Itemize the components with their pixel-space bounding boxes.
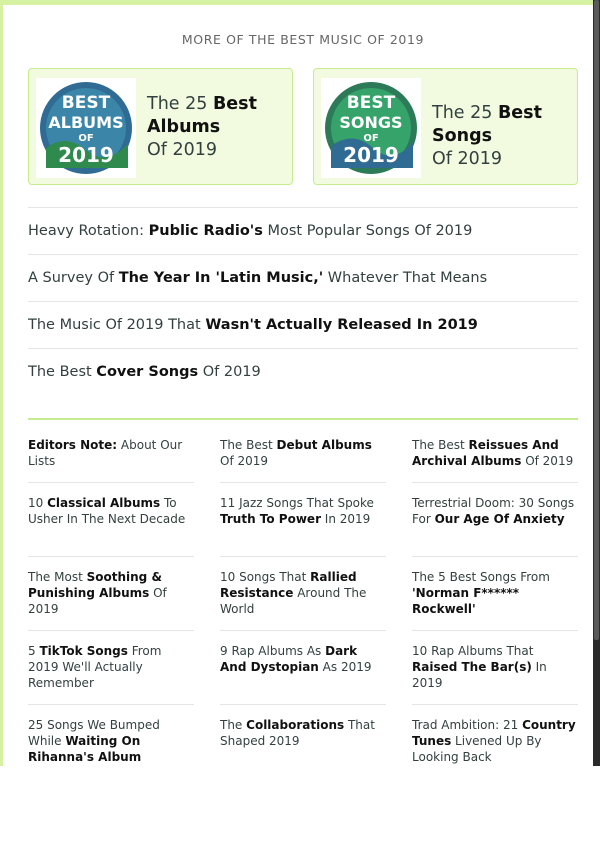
grid-link-pre: The Most — [28, 570, 87, 584]
link-grid-column-2: The Best Debut Albums Of 2019 11 Jazz Son… — [220, 437, 386, 778]
grid-link-bold: Truth To Power — [220, 512, 321, 526]
grid-link-bold: Classical Albums — [47, 496, 161, 510]
grid-link-pre: 5 — [28, 644, 40, 658]
grid-link-item[interactable]: 9 Rap Albums As Dark And Dystopian As 20… — [220, 631, 386, 704]
grid-link-item[interactable]: Trad Ambition: 21 Country Tunes Livened … — [412, 705, 578, 778]
grid-link-pre: 10 — [28, 496, 48, 510]
grid-link-item[interactable]: 10 Classical Albums To Usher In The Next… — [28, 483, 194, 556]
link-bold: The Year In 'Latin Music,' — [118, 270, 324, 286]
title-pre: The 25 — [147, 94, 213, 114]
grid-link-item[interactable]: 10 Rap Albums That Raised The Bar(s) In … — [412, 631, 578, 704]
grid-link-item[interactable]: Terrestrial Doom: 30 Songs For Our Age O… — [412, 483, 578, 556]
badge-line-1: BEST — [62, 93, 111, 113]
badge-line-2: ALBUMS — [48, 113, 123, 132]
grid-link-bold: 'Norman F****** Rockwell' — [412, 586, 520, 616]
grid-link-post: As 2019 — [318, 660, 372, 674]
link-cover-songs[interactable]: The Best Cover Songs Of 2019 — [28, 348, 578, 395]
badge-line-2: SONGS — [339, 113, 402, 132]
title-post: Of 2019 — [147, 140, 218, 160]
link-bold: Wasn't Actually Released In 2019 — [205, 317, 478, 333]
grid-link-post: In 2019 — [320, 512, 371, 526]
link-post: Most Popular Songs Of 2019 — [262, 223, 473, 239]
grid-link-pre: The Best — [412, 438, 469, 452]
grid-link-pre: 11 Jazz Songs That Spoke — [220, 496, 374, 510]
badge-line-4: 2019 — [343, 143, 399, 167]
card-title[interactable]: The 25 Best Songs Of 2019 — [432, 102, 577, 171]
grid-link-bold: TikTok Songs — [39, 644, 128, 658]
grid-link-pre: The — [220, 718, 247, 732]
link-heavy-rotation[interactable]: Heavy Rotation: Public Radio's Most Popu… — [28, 207, 578, 254]
link-grid-column-3: The Best Reissues And Archival Albums Of… — [412, 437, 578, 778]
grid-link-item[interactable]: 10 Songs That Rallied Resistance Around … — [220, 557, 386, 630]
link-grid-column-1: Editors Note: About Our Lists 10 Classica… — [28, 437, 194, 778]
badge-line-4: 2019 — [58, 143, 114, 167]
section-header: MORE OF THE BEST MUSIC OF 2019 — [181, 32, 425, 47]
scrollbar-thumb[interactable] — [594, 0, 599, 640]
grid-link-bold: Editors Note: — [28, 438, 118, 452]
grid-link-pre: 10 Rap Albums That — [412, 644, 534, 658]
badge-line-1: BEST — [347, 93, 396, 113]
title-pre: The 25 — [432, 103, 498, 123]
grid-link-bold: Our Age Of Anxiety — [434, 512, 565, 526]
grid-link-item[interactable]: The Collaborations That Shaped 2019 — [220, 705, 386, 778]
grid-link-pre: Trad Ambition: 21 — [412, 718, 523, 732]
link-pre: The Music Of 2019 That — [28, 317, 206, 333]
grid-link-pre: The Best — [220, 438, 277, 452]
link-not-released[interactable]: The Music Of 2019 That Wasn't Actually R… — [28, 301, 578, 348]
grid-link-item[interactable]: The 5 Best Songs From 'Norman F****** Ro… — [412, 557, 578, 630]
grid-link-post: Of 2019 — [220, 454, 269, 468]
grid-link-pre: The 5 Best Songs From — [412, 570, 550, 584]
link-bold: Cover Songs — [96, 364, 199, 380]
section-divider — [28, 418, 578, 420]
best-songs-card[interactable]: BEST SONGS OF 2019 The 25 Best Songs Of … — [313, 68, 578, 185]
link-pre: The Best — [28, 364, 97, 380]
grid-link-bold: Debut Albums — [276, 438, 372, 452]
best-albums-badge: BEST ALBUMS OF 2019 — [36, 78, 136, 178]
title-post: Of 2019 — [432, 149, 503, 169]
link-post: Whatever That Means — [323, 270, 488, 286]
best-albums-card[interactable]: BEST ALBUMS OF 2019 The 25 Best Albums O… — [28, 68, 293, 185]
grid-link-item[interactable]: The Best Reissues And Archival Albums Of… — [412, 437, 578, 482]
grid-link-item[interactable]: Editors Note: About Our Lists — [28, 437, 194, 482]
featured-links: Heavy Rotation: Public Radio's Most Popu… — [28, 207, 578, 395]
grid-link-bold: Raised The Bar(s) — [412, 660, 532, 674]
grid-link-pre: 10 Songs That — [220, 570, 311, 584]
grid-link-bold: Collaborations — [246, 718, 345, 732]
grid-link-item[interactable]: The Most Soothing & Punishing Albums Of … — [28, 557, 194, 630]
grid-link-item[interactable]: The Best Debut Albums Of 2019 — [220, 437, 386, 482]
link-latin-music[interactable]: A Survey Of The Year In 'Latin Music,' W… — [28, 254, 578, 301]
grid-link-item[interactable]: 11 Jazz Songs That Spoke Truth To Power … — [220, 483, 386, 556]
grid-link-pre: 9 Rap Albums As — [220, 644, 326, 658]
best-songs-badge: BEST SONGS OF 2019 — [321, 78, 421, 178]
link-bold: Public Radio's — [148, 223, 263, 239]
link-pre: Heavy Rotation: — [28, 223, 149, 239]
grid-link-item[interactable]: 25 Songs We Bumped While Waiting On Riha… — [28, 705, 194, 778]
link-post: Of 2019 — [198, 364, 261, 380]
grid-link-post: Of 2019 — [521, 454, 574, 468]
card-title[interactable]: The 25 Best Albums Of 2019 — [147, 93, 292, 162]
link-pre: A Survey Of — [28, 270, 119, 286]
grid-link-item[interactable]: 5 TikTok Songs From 2019 We'll Actually … — [28, 631, 194, 704]
more-music-widget: MORE OF THE BEST MUSIC OF 2019 BEST ALBU… — [0, 0, 596, 766]
